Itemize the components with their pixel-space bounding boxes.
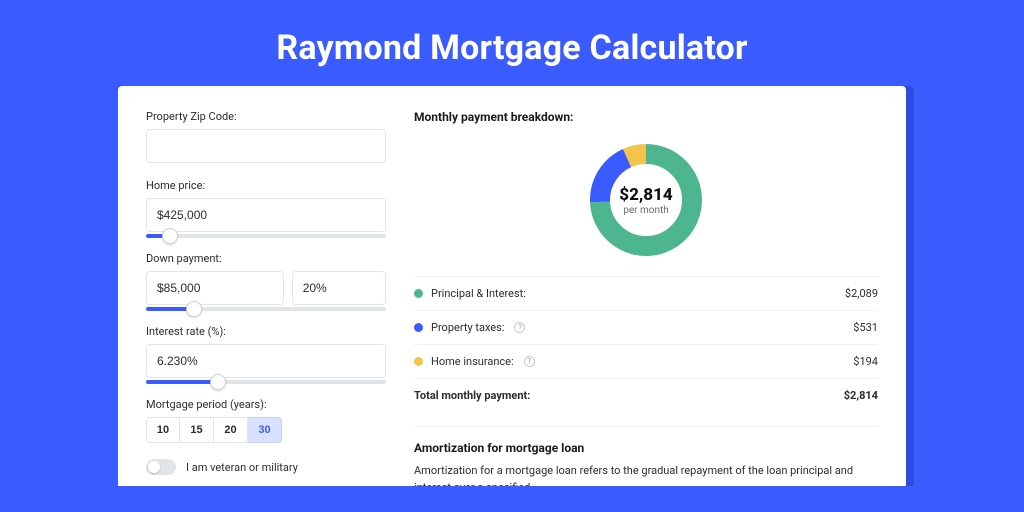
period-option-20[interactable]: 20 bbox=[214, 417, 248, 443]
down-payment-percent-input[interactable] bbox=[292, 271, 386, 305]
zip-label: Property Zip Code: bbox=[146, 110, 386, 123]
breakdown-title: Monthly payment breakdown: bbox=[414, 110, 878, 124]
period-option-15[interactable]: 15 bbox=[180, 417, 214, 443]
legend-total-row: Total monthly payment: $2,814 bbox=[414, 379, 878, 412]
mortgage-period-group: 10152030 bbox=[146, 417, 386, 443]
legend-row: Property taxes:? $531 bbox=[414, 311, 878, 345]
interest-rate-slider[interactable] bbox=[146, 380, 386, 384]
donut-center-amount: $2,814 bbox=[619, 185, 672, 205]
legend-value: $531 bbox=[853, 321, 878, 334]
calculator-card: Property Zip Code: Home price: Down paym… bbox=[118, 86, 906, 486]
down-payment-slider[interactable] bbox=[146, 307, 386, 311]
legend: Principal & Interest: $2,089 Property taxe… bbox=[414, 276, 878, 412]
legend-value: $2,089 bbox=[845, 287, 878, 300]
donut-chart: $2,814 per month bbox=[414, 132, 878, 276]
info-icon[interactable]: ? bbox=[514, 322, 525, 333]
interest-rate-label: Interest rate (%): bbox=[146, 325, 386, 338]
veteran-toggle[interactable] bbox=[146, 459, 176, 475]
period-option-30[interactable]: 30 bbox=[248, 417, 282, 443]
donut-center-sublabel: per month bbox=[623, 205, 669, 216]
down-payment-label: Down payment: bbox=[146, 252, 386, 265]
legend-dot bbox=[414, 289, 423, 298]
down-payment-amount-input[interactable] bbox=[146, 271, 284, 305]
zip-input[interactable] bbox=[146, 129, 386, 163]
amortization-title: Amortization for mortgage loan bbox=[414, 426, 878, 455]
legend-label: Home insurance: bbox=[431, 355, 514, 368]
mortgage-period-label: Mortgage period (years): bbox=[146, 398, 386, 411]
legend-label: Property taxes: bbox=[431, 321, 504, 334]
legend-row: Home insurance:? $194 bbox=[414, 345, 878, 379]
home-price-slider[interactable] bbox=[146, 234, 386, 238]
interest-rate-input[interactable] bbox=[146, 344, 386, 378]
amortization-text: Amortization for a mortgage loan refers … bbox=[414, 463, 878, 486]
page-title: Raymond Mortgage Calculator bbox=[0, 0, 1024, 86]
legend-label: Principal & Interest: bbox=[431, 287, 526, 300]
home-price-input[interactable] bbox=[146, 198, 386, 232]
legend-value: $194 bbox=[853, 355, 878, 368]
legend-total-label: Total monthly payment: bbox=[414, 389, 530, 402]
home-price-label: Home price: bbox=[146, 179, 386, 192]
legend-dot bbox=[414, 323, 423, 332]
form-panel: Property Zip Code: Home price: Down paym… bbox=[146, 110, 386, 486]
legend-dot bbox=[414, 357, 423, 366]
veteran-label: I am veteran or military bbox=[186, 461, 298, 474]
period-option-10[interactable]: 10 bbox=[146, 417, 180, 443]
info-icon[interactable]: ? bbox=[524, 356, 535, 367]
breakdown-panel: Monthly payment breakdown: $2,814 per mo… bbox=[414, 110, 878, 486]
legend-total-value: $2,814 bbox=[844, 389, 878, 402]
legend-row: Principal & Interest: $2,089 bbox=[414, 277, 878, 311]
